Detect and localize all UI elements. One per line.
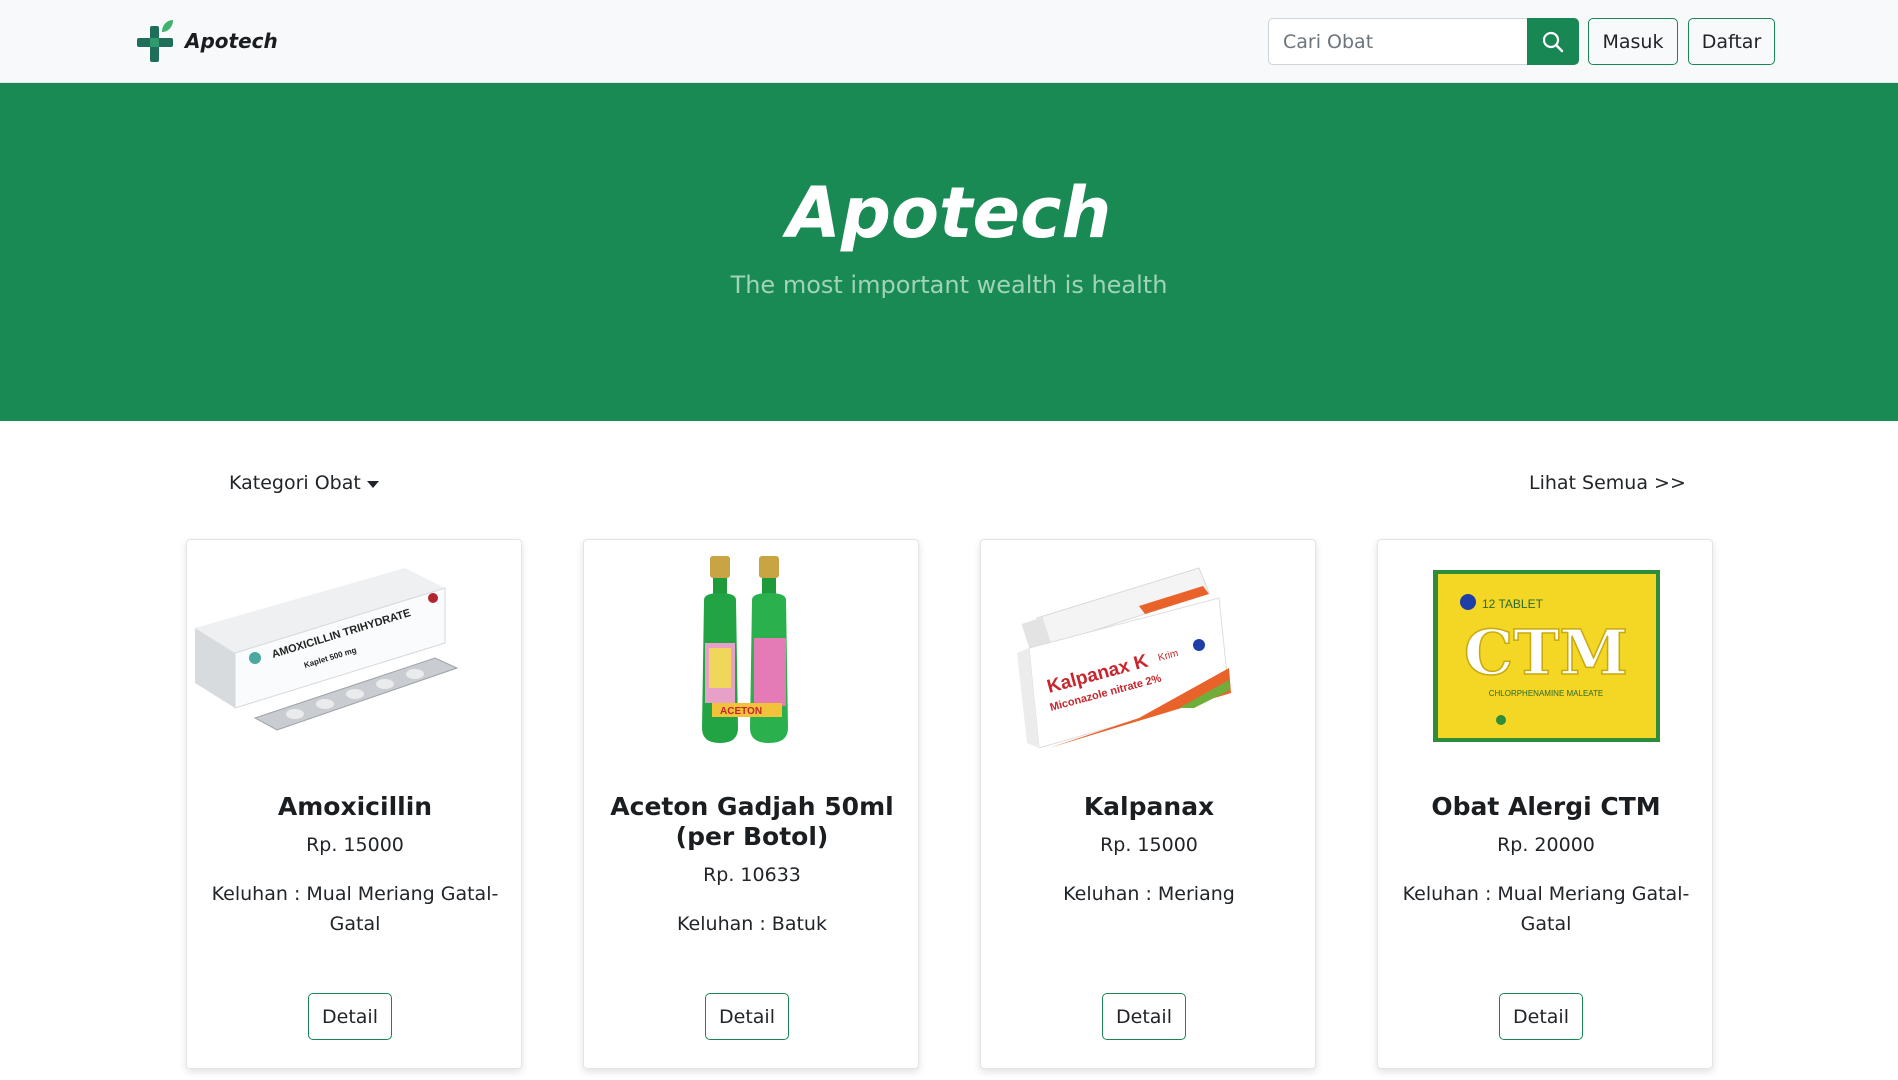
hero-title: Apotech bbox=[786, 172, 1112, 254]
aceton-label-text: ACETON bbox=[720, 706, 762, 717]
search-input[interactable] bbox=[1268, 18, 1527, 65]
product-name: Obat Alergi CTM bbox=[1431, 792, 1661, 821]
product-card-aceton: ACETON Aceton Gadjah 50ml (per Botol) Rp… bbox=[583, 539, 919, 1069]
product-keluhan: Keluhan : Mual Meriang Gatal-Gatal bbox=[1402, 883, 1690, 935]
kalpanax-tube-image: Kalpanax K Krim Miconazole nitrate 2% bbox=[1017, 567, 1231, 748]
aceton-bottles-image: ACETON bbox=[702, 556, 788, 743]
product-card-ctm: 12 TABLET CTM CHLORPHENAMINE MALEATE Oba… bbox=[1377, 539, 1713, 1069]
ctm-big-text: CTM bbox=[1464, 616, 1628, 689]
detail-button[interactable]: Detail bbox=[705, 993, 789, 1040]
see-all-link[interactable]: Lihat Semua >> bbox=[1529, 472, 1686, 494]
login-button[interactable]: Masuk bbox=[1588, 18, 1678, 65]
category-dropdown[interactable]: Kategori Obat bbox=[229, 472, 379, 494]
product-card-amoxicillin: AMOXICILLIN TRIHYDRATE Kaplet 500 mg Amo… bbox=[186, 539, 522, 1069]
product-keluhan: Keluhan : Meriang bbox=[1063, 883, 1235, 905]
product-keluhan: Keluhan : Mual Meriang Gatal-Gatal bbox=[211, 883, 499, 935]
amoxicillin-box-image: AMOXICILLIN TRIHYDRATE Kaplet 500 mg bbox=[195, 568, 459, 731]
ctm-tablet-text: 12 TABLET bbox=[1482, 597, 1544, 611]
brand-link[interactable]: Apotech bbox=[135, 18, 278, 64]
navbar: Apotech Masuk Daftar bbox=[0, 0, 1898, 83]
hero-banner: Apotech The most important wealth is hea… bbox=[0, 83, 1898, 421]
register-button[interactable]: Daftar bbox=[1688, 18, 1775, 65]
product-price: Rp. 20000 bbox=[1497, 834, 1595, 856]
ctm-box-image: 12 TABLET CTM CHLORPHENAMINE MALEATE bbox=[1433, 570, 1660, 742]
brand-name: Apotech bbox=[185, 29, 278, 53]
product-card-kalpanax: Kalpanax K Krim Miconazole nitrate 2% Ka… bbox=[980, 539, 1316, 1069]
pharmacy-cross-logo-icon bbox=[137, 20, 173, 62]
search-form bbox=[1268, 18, 1579, 65]
product-name: Kalpanax bbox=[1083, 792, 1215, 821]
search-icon bbox=[1542, 31, 1564, 52]
caret-down-icon bbox=[366, 480, 379, 488]
product-price: Rp. 15000 bbox=[306, 834, 404, 856]
product-name: Aceton Gadjah 50ml (per Botol) bbox=[610, 792, 894, 851]
product-keluhan: Keluhan : Batuk bbox=[677, 913, 827, 935]
detail-button[interactable]: Detail bbox=[1102, 993, 1186, 1040]
product-price: Rp. 15000 bbox=[1100, 834, 1198, 856]
hero-subtitle: The most important wealth is health bbox=[730, 271, 1168, 299]
detail-button[interactable]: Detail bbox=[1499, 993, 1583, 1040]
detail-button[interactable]: Detail bbox=[308, 993, 392, 1040]
product-name: Amoxicillin bbox=[277, 792, 433, 821]
product-price: Rp. 10633 bbox=[703, 864, 801, 886]
ctm-sub-text: CHLORPHENAMINE MALEATE bbox=[1489, 689, 1604, 698]
category-dropdown-label: Kategori Obat bbox=[229, 472, 361, 494]
search-button[interactable] bbox=[1527, 18, 1579, 65]
